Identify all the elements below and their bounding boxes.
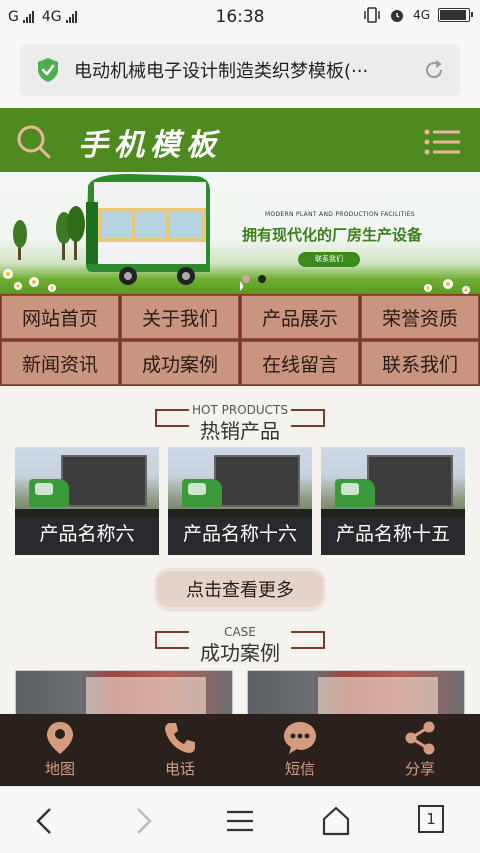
toolbar-share[interactable]: 分享 <box>360 714 480 786</box>
address-bar[interactable]: 电动机械电子设计制造类织梦模板(··· <box>20 44 460 96</box>
status-bar: G 4G 16:38 4G <box>0 0 480 34</box>
chat-icon <box>284 722 316 754</box>
nav-item-cases[interactable]: 成功案例 <box>121 341 239 385</box>
hot-products-heading: HOT PRODUCTS 热销产品 <box>0 403 480 443</box>
home-icon[interactable] <box>320 805 352 837</box>
nav-item-contact[interactable]: 联系我们 <box>361 341 479 385</box>
slider-dot[interactable] <box>242 275 250 283</box>
banner-contact-button[interactable]: 联系我们 <box>298 252 360 267</box>
map-pin-icon <box>47 722 73 754</box>
product-image <box>321 447 465 517</box>
case-card[interactable] <box>15 670 233 716</box>
site-logo[interactable]: 手机模板 <box>78 120 222 164</box>
product-card[interactable]: 产品名称十六 <box>168 447 312 555</box>
banner-headline: 拥有现代化的厂房生产设备 <box>242 226 423 244</box>
slider-dot-active[interactable] <box>258 275 266 283</box>
product-card[interactable]: 产品名称六 <box>15 447 159 555</box>
tabs-count-button[interactable]: 1 <box>418 805 444 833</box>
toolbar-map[interactable]: 地图 <box>0 714 120 786</box>
case-list <box>15 670 465 716</box>
shield-check-icon <box>38 58 58 82</box>
food-truck-image <box>3 174 210 292</box>
toolbar-label: 短信 <box>284 760 315 778</box>
nav-item-honors[interactable]: 荣誉资质 <box>361 295 479 339</box>
product-image <box>15 447 159 517</box>
product-card[interactable]: 产品名称十五 <box>321 447 465 555</box>
toolbar-label: 分享 <box>404 760 435 778</box>
section-title-cn: 热销产品 <box>200 419 280 443</box>
main-nav-grid: 网站首页 关于我们 产品展示 荣誉资质 新闻资讯 成功案例 在线留言 联系我们 <box>0 294 480 386</box>
menu-icon[interactable] <box>424 128 460 156</box>
bracket-right <box>291 631 325 649</box>
site-header: 手机模板 <box>0 108 480 172</box>
bottom-toolbar: 地图 电话 短信 分享 <box>0 714 480 786</box>
toolbar-sms[interactable]: 短信 <box>240 714 360 786</box>
banner-subtitle: MODERN PLANT AND PRODUCTION FACILITIES <box>265 211 415 218</box>
toolbar-label: 地图 <box>44 760 75 778</box>
alarm-icon <box>391 10 404 22</box>
product-image <box>168 447 312 517</box>
menu-icon[interactable] <box>224 805 256 837</box>
toolbar-phone[interactable]: 电话 <box>120 714 240 786</box>
browser-nav-bar: 1 <box>0 786 480 853</box>
back-icon[interactable] <box>30 805 62 837</box>
slider-dots <box>242 275 266 283</box>
nav-item-products[interactable]: 产品展示 <box>241 295 359 339</box>
nav-item-home[interactable]: 网站首页 <box>1 295 119 339</box>
forward-icon[interactable] <box>126 805 158 837</box>
reload-icon[interactable] <box>422 58 446 82</box>
product-name: 产品名称十五 <box>321 509 465 555</box>
search-icon[interactable] <box>16 124 52 160</box>
toolbar-label: 电话 <box>164 760 195 778</box>
product-name: 产品名称六 <box>15 509 159 555</box>
nav-item-news[interactable]: 新闻资讯 <box>1 341 119 385</box>
vibrate-icon <box>364 7 380 23</box>
status-right: 4G <box>363 7 473 23</box>
cases-heading: CASE 成功案例 <box>0 625 480 665</box>
view-more-button[interactable]: 点击查看更多 <box>157 571 323 607</box>
page-title: 电动机械电子设计制造类织梦模板(··· <box>74 61 369 82</box>
browser-address-area: 电动机械电子设计制造类织梦模板(··· <box>0 34 480 108</box>
product-name: 产品名称十六 <box>168 509 312 555</box>
nav-item-message[interactable]: 在线留言 <box>241 341 359 385</box>
section-title-cn: 成功案例 <box>200 641 280 665</box>
bracket-right <box>291 409 325 427</box>
nav-item-about[interactable]: 关于我们 <box>121 295 239 339</box>
battery-icon <box>438 8 473 22</box>
phone-icon <box>165 723 195 753</box>
network-type: 4G <box>413 8 430 22</box>
share-icon <box>405 721 435 755</box>
banner-slider[interactable]: MODERN PLANT AND PRODUCTION FACILITIES 拥… <box>0 172 480 294</box>
case-card[interactable] <box>247 670 465 716</box>
product-list: 产品名称六 产品名称十六 产品名称十五 <box>15 447 465 555</box>
